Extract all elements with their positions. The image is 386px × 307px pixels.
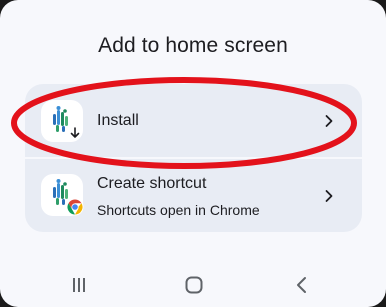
install-option[interactable]: Install — [25, 84, 362, 157]
recents-icon[interactable] — [66, 272, 92, 298]
pwa-app-icon — [41, 100, 83, 142]
create-shortcut-label: Create shortcut — [97, 175, 207, 192]
options-list: Install Create shortcut Shortcuts open i… — [25, 84, 362, 232]
dialog-title: Add to home screen — [98, 34, 288, 57]
chevron-right-icon — [325, 190, 333, 202]
navigation-bar — [0, 262, 386, 307]
pwa-app-icon — [41, 174, 84, 216]
download-badge-icon — [70, 127, 80, 138]
install-label: Install — [97, 112, 139, 129]
create-shortcut-sublabel: Shortcuts open in Chrome — [97, 202, 260, 218]
chevron-right-icon — [325, 115, 333, 127]
chrome-badge-icon — [66, 198, 84, 216]
home-icon[interactable] — [181, 272, 207, 298]
create-shortcut-option[interactable]: Create shortcut Shortcuts open in Chrome — [25, 159, 362, 232]
back-icon[interactable] — [289, 272, 315, 298]
add-to-home-screen-sheet: Add to home screen Install Create shortc… — [0, 0, 386, 307]
